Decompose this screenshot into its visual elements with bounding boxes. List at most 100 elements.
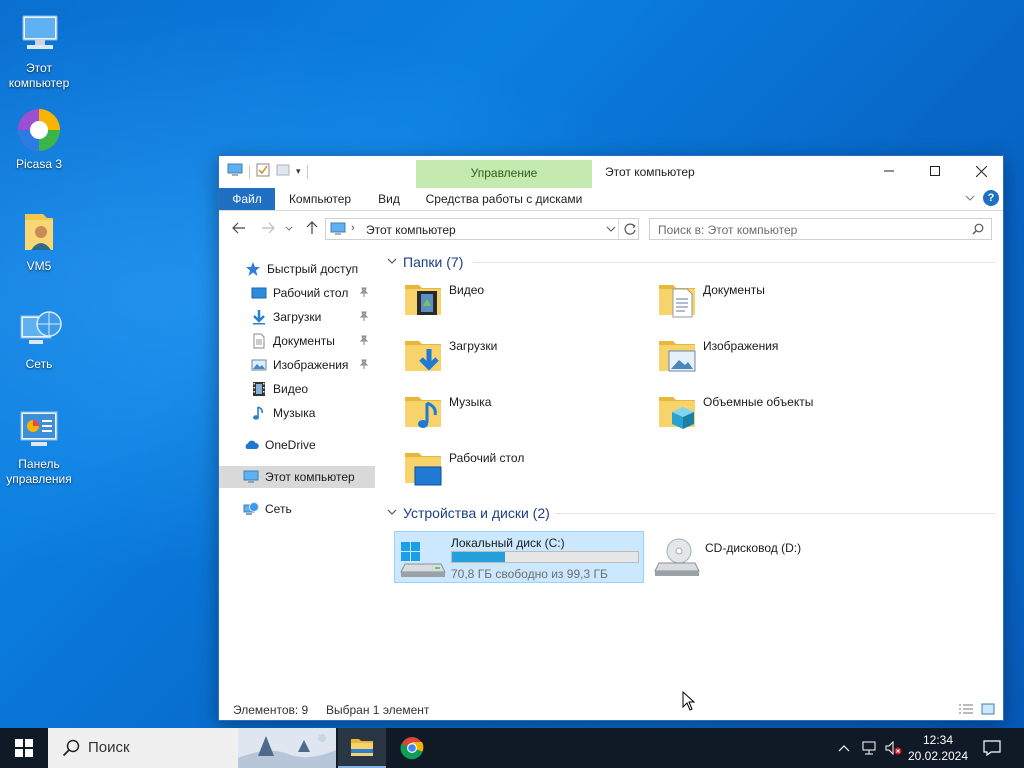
group-header-folders[interactable]: Папки (7) [387, 253, 463, 271]
drive-tile-c[interactable]: Локальный диск (C:) 70,8 ГБ свободно из … [394, 531, 644, 583]
folder-label: Видео [449, 283, 485, 297]
nav-item-music[interactable]: Музыка [219, 402, 377, 424]
taskbar: Поиск 12:34 20.02.2024 [0, 728, 1024, 768]
group-divider [555, 513, 995, 514]
toolbar-separator [306, 164, 308, 179]
pin-icon[interactable] [359, 311, 369, 324]
desktop-icon-label: Этот компьютер [8, 61, 70, 90]
nav-item-quick-access[interactable]: Быстрый доступ [219, 258, 377, 280]
collapse-chevron-icon[interactable] [387, 507, 397, 520]
nav-item-desktop[interactable]: Рабочий стол [219, 282, 377, 304]
desktop-icon-vm5[interactable]: VM5 [4, 208, 74, 274]
taskbar-chrome[interactable] [388, 728, 436, 768]
quick-access-toolbar: ▾ [227, 163, 308, 180]
up-button[interactable] [303, 220, 321, 236]
details-view-icon[interactable] [958, 703, 974, 718]
nav-item-onedrive[interactable]: OneDrive [219, 434, 377, 456]
tab-disk-tools[interactable]: Средства работы с дисками [416, 188, 592, 210]
pin-icon[interactable] [359, 287, 369, 300]
group-header-label: Устройства и диски (2) [403, 505, 550, 521]
search-box[interactable]: Поиск в: Этот компьютер [649, 218, 992, 240]
taskbar-search-input[interactable]: Поиск [88, 739, 130, 756]
chrome-icon [400, 737, 424, 760]
search-input[interactable]: Поиск в: Этот компьютер [658, 223, 797, 237]
cloud-icon [243, 437, 259, 453]
folder-tile-downloads[interactable]: Загрузки [403, 335, 643, 383]
tab-view[interactable]: Вид [369, 188, 409, 210]
address-dropdown-icon[interactable] [606, 223, 616, 237]
drive-tile-d[interactable]: CD-дисковод (D:) [649, 531, 899, 583]
pin-icon[interactable] [359, 359, 369, 372]
refresh-icon[interactable] [623, 222, 637, 239]
network-icon [15, 306, 63, 354]
desktop-icon-this-pc[interactable]: Этот компьютер [4, 10, 74, 91]
nav-item-label: Этот компьютер [265, 470, 355, 484]
customize-toolbar-icon[interactable]: ▾ [296, 166, 301, 177]
folder-label: Объемные объекты [703, 395, 814, 409]
nav-item-label: Быстрый доступ [267, 262, 359, 276]
drive-free-space: 70,8 ГБ свободно из 99,3 ГБ [451, 567, 608, 581]
forward-button[interactable] [259, 220, 277, 236]
desktop-icon-picasa[interactable]: Picasa 3 [4, 106, 74, 172]
tab-file[interactable]: Файл [219, 188, 275, 210]
collapse-chevron-icon[interactable] [387, 256, 397, 269]
nav-item-label: Видео [273, 382, 309, 396]
tray-overflow-chevron-icon[interactable] [834, 728, 854, 768]
desktop-icon-network[interactable]: Сеть [4, 306, 74, 372]
this-pc-small-icon [330, 222, 346, 239]
nav-item-documents[interactable]: Документы [219, 330, 377, 352]
nav-item-network[interactable]: Сеть [219, 498, 377, 520]
tab-computer[interactable]: Компьютер [281, 188, 359, 210]
folder-tile-music[interactable]: Музыка [403, 391, 643, 439]
desktop-folder-icon [403, 447, 443, 487]
taskbar-file-explorer[interactable] [338, 728, 386, 768]
notifications-icon[interactable] [978, 728, 1006, 768]
folder-tile-desktop[interactable]: Рабочий стол [403, 447, 643, 495]
recent-locations-button[interactable] [283, 220, 295, 236]
pin-icon[interactable] [359, 335, 369, 348]
folder-label: Изображения [703, 339, 779, 353]
folder-tile-pictures[interactable]: Изображения [657, 335, 897, 383]
drive-label: CD-дисковод (D:) [705, 541, 802, 555]
taskbar-search-box[interactable]: Поиск [48, 728, 336, 768]
network-tray-icon[interactable] [858, 728, 880, 768]
group-divider [473, 262, 995, 263]
title-bar: ▾ Управление Этот компьютер [219, 156, 1004, 210]
help-icon[interactable]: ? [983, 190, 999, 206]
ribbon-context-header: Управление [470, 166, 538, 180]
desktop-folder-icon [251, 285, 267, 301]
nav-item-videos[interactable]: Видео [219, 378, 377, 400]
breadcrumb-chevron-icon[interactable]: › [351, 222, 355, 234]
user-folder-icon [15, 208, 63, 256]
nav-item-label: Рабочий стол [273, 286, 349, 300]
picasa-icon [15, 106, 63, 154]
navigation-pane: Быстрый доступ Рабочий стол Загрузки Док… [219, 251, 379, 691]
desktop-icon-label: Сеть [25, 357, 53, 371]
expand-ribbon-icon[interactable] [964, 192, 976, 207]
folder-tile-documents[interactable]: Документы [657, 279, 897, 327]
back-button[interactable] [230, 220, 248, 236]
search-icon[interactable] [972, 223, 984, 238]
properties-icon[interactable] [256, 163, 270, 180]
search-highlight-illustration [238, 728, 336, 768]
status-bar: Элементов: 9 Выбран 1 элемент [219, 700, 1003, 720]
nav-item-this-pc[interactable]: Этот компьютер [219, 466, 375, 488]
desktop-icon-control-panel[interactable]: Панель управления [4, 406, 74, 487]
nav-item-pictures[interactable]: Изображения [219, 354, 377, 376]
desktop-icon-label: Picasa 3 [15, 157, 63, 171]
start-button[interactable] [0, 728, 48, 768]
group-header-devices[interactable]: Устройства и диски (2) [387, 504, 550, 522]
maximize-button[interactable] [912, 156, 958, 186]
address-bar[interactable]: › Этот компьютер [325, 218, 639, 240]
group-header-label: Папки (7) [403, 254, 464, 270]
taskbar-clock[interactable]: 12:34 20.02.2024 [900, 732, 976, 764]
large-icons-view-icon[interactable] [981, 703, 995, 718]
download-arrow-icon [251, 309, 267, 325]
minimize-button[interactable] [866, 156, 912, 186]
content-area: Папки (7) Видео Документы Загрузки Изобр… [379, 251, 1003, 691]
folder-tile-3d-objects[interactable]: Объемные объекты [657, 391, 897, 439]
nav-item-downloads[interactable]: Загрузки [219, 306, 377, 328]
new-folder-icon[interactable] [276, 163, 290, 180]
folder-tile-videos[interactable]: Видео [403, 279, 643, 327]
close-button[interactable] [958, 156, 1004, 186]
